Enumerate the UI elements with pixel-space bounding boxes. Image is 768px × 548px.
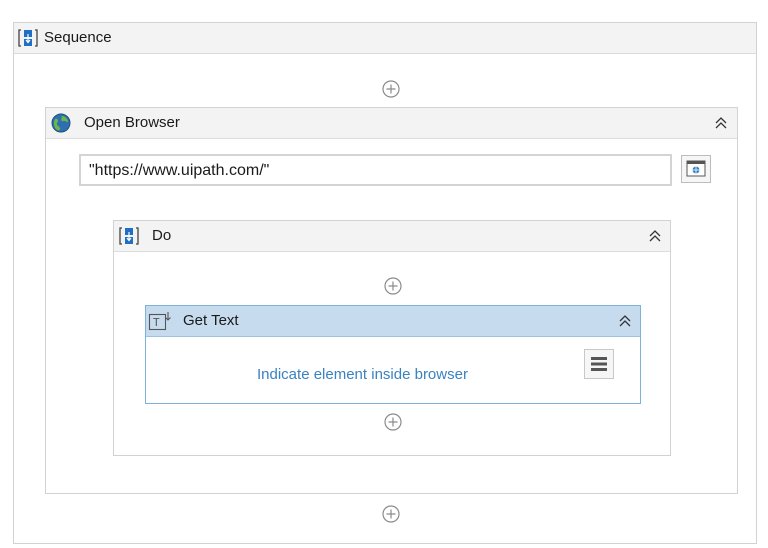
get-text-icon: T: [148, 310, 172, 332]
sequence-icon: [18, 28, 38, 48]
add-activity-button[interactable]: [381, 79, 401, 99]
add-activity-button[interactable]: [383, 276, 403, 296]
open-browser-title: Open Browser: [84, 114, 180, 131]
do-title: Do: [152, 227, 172, 244]
hamburger-menu-icon: [591, 357, 607, 371]
indicate-element-link[interactable]: Indicate element inside browser: [257, 366, 468, 383]
globe-icon: [51, 113, 71, 133]
do-header[interactable]: Do: [114, 221, 670, 252]
plus-circle-icon: [384, 413, 402, 431]
select-browser-button[interactable]: [681, 155, 711, 183]
browser-window-icon: [686, 160, 706, 177]
double-chevron-up-icon: [619, 315, 631, 327]
sequence-icon: [119, 226, 139, 246]
collapse-button[interactable]: [713, 115, 729, 131]
plus-circle-icon: [382, 505, 400, 523]
plus-circle-icon: [382, 80, 400, 98]
sequence-title: Sequence: [44, 29, 112, 46]
open-browser-header[interactable]: Open Browser: [46, 108, 737, 139]
add-activity-button[interactable]: [381, 504, 401, 524]
double-chevron-up-icon: [715, 117, 727, 129]
plus-circle-icon: [384, 277, 402, 295]
get-text-title: Get Text: [183, 312, 239, 329]
get-text-activity[interactable]: T Get Text Indicate element inside brows…: [145, 305, 641, 404]
collapse-button[interactable]: [617, 313, 633, 329]
sequence-header[interactable]: Sequence: [14, 23, 756, 54]
collapse-button[interactable]: [647, 228, 663, 244]
get-text-header[interactable]: T Get Text: [146, 306, 640, 337]
add-activity-button[interactable]: [383, 412, 403, 432]
url-input[interactable]: "https://www.uipath.com/": [79, 154, 672, 186]
svg-text:T: T: [153, 316, 160, 329]
options-menu-button[interactable]: [584, 349, 614, 379]
double-chevron-up-icon: [649, 230, 661, 242]
